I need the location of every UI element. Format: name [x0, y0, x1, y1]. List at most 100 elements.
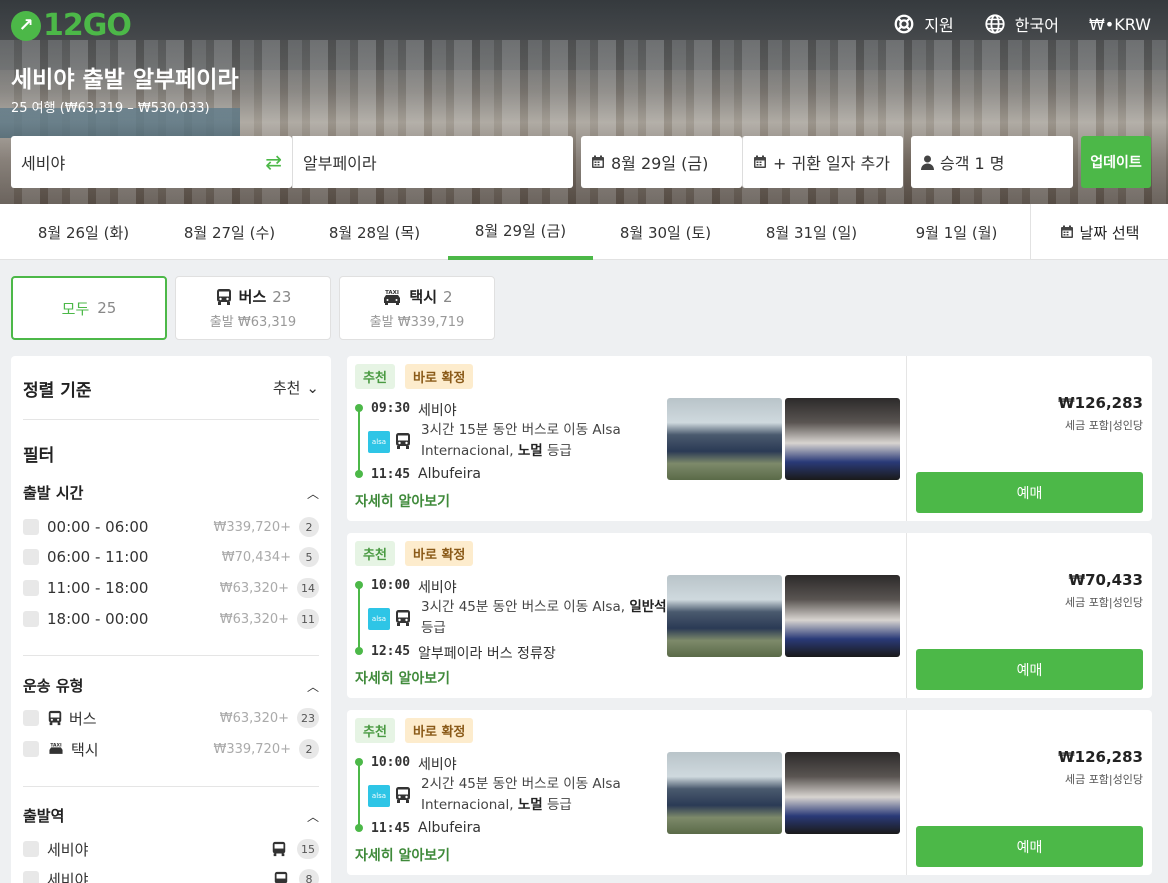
departure-station-heading: 출발역: [23, 807, 65, 825]
nav-currency-label: ₩•KRW: [1088, 14, 1151, 34]
mode-all-count: 25: [97, 299, 117, 317]
date-tab[interactable]: 8월 31일 (일): [739, 204, 884, 260]
checkbox[interactable]: [23, 611, 39, 627]
recommended-tag: 추천: [355, 718, 395, 743]
nav-language[interactable]: 한국어: [984, 12, 1059, 36]
checkbox[interactable]: [23, 549, 39, 565]
result-card[interactable]: 추천 바로 확정 09:30 세비야 alsa 3시간 15분 동안 버스로 이…: [347, 356, 1152, 521]
date-tab[interactable]: 8월 30일 (토): [593, 204, 738, 260]
price: ₩126,283: [1058, 394, 1143, 412]
date-field[interactable]: 8월 29일 (금): [581, 136, 742, 188]
calendar-icon: [1060, 225, 1073, 238]
price-note: 세금 포함|성인당: [1064, 419, 1143, 432]
arrival-time: 11:45: [371, 467, 411, 482]
bus-icon: [396, 610, 410, 626]
instant-confirm-tag: 바로 확정: [405, 718, 474, 743]
recommended-tag: 추천: [355, 541, 395, 566]
price-note: 세금 포함|성인당: [1064, 773, 1143, 786]
chevron-up-icon[interactable]: ︿: [307, 808, 319, 825]
result-card[interactable]: 추천 바로 확정 10:00 세비야 alsa 3시간 45분 동안 버스로 이…: [347, 533, 1152, 698]
update-button[interactable]: 업데이트: [1081, 136, 1151, 188]
departure-place: 세비야: [418, 757, 457, 773]
bus-icon: [272, 841, 286, 857]
date-tab[interactable]: 8월 27일 (수): [157, 204, 302, 260]
from-field[interactable]: 세비야 ⇄: [11, 136, 292, 188]
sort-dropdown[interactable]: 추천 ⌄: [273, 377, 319, 398]
taxi-icon: TAXI: [384, 290, 401, 305]
departure-time: 09:30: [371, 401, 411, 416]
page-title: 세비야 출발 알부페이라: [11, 67, 239, 93]
nav-currency[interactable]: ₩•KRW: [1089, 15, 1151, 34]
filter-row[interactable]: 18:00 - 00:00 ₩63,320+ 11: [23, 607, 319, 631]
departure-time: 10:00: [371, 755, 411, 770]
departure-time-heading: 출발 시간: [23, 484, 84, 502]
filter-row[interactable]: 세비야 15: [23, 837, 319, 861]
bus-interior-photo[interactable]: [785, 752, 900, 834]
logo[interactable]: ↗ 12GO: [11, 8, 132, 43]
price: ₩70,433: [1068, 571, 1143, 589]
mode-tab-taxi[interactable]: TAXI 택시 2 출발 ₩339,719: [339, 276, 495, 340]
arrival-place: 알부페이라 버스 정류장: [418, 646, 556, 662]
date-tab[interactable]: 8월 28일 (목): [302, 204, 447, 260]
result-card[interactable]: 추천 바로 확정 10:00 세비야 alsa 2시간 45분 동안 버스로 이…: [347, 710, 1152, 875]
learn-more-link[interactable]: 자세히 알아보기: [355, 668, 450, 688]
bus-exterior-photo[interactable]: [667, 398, 782, 480]
chevron-up-icon[interactable]: ︿: [307, 678, 319, 695]
chevron-up-icon[interactable]: ︿: [307, 485, 319, 502]
passengers-field[interactable]: 승객 1 명: [911, 136, 1073, 188]
from-value: 세비야: [21, 154, 66, 173]
mode-tab-all[interactable]: 모두 25: [11, 276, 167, 340]
filter-row[interactable]: 세비야 8: [23, 867, 319, 883]
filter-row[interactable]: TAXI 택시 ₩339,720+ 2: [23, 737, 319, 761]
instant-confirm-tag: 바로 확정: [405, 541, 474, 566]
nav-support[interactable]: 지원: [893, 12, 954, 36]
bus-icon: [274, 871, 288, 883]
filter-row[interactable]: 11:00 - 18:00 ₩63,320+ 14: [23, 576, 319, 600]
transport-type-heading: 운송 유형: [23, 677, 84, 695]
count-badge: 5: [299, 547, 319, 567]
count-badge: 2: [299, 517, 319, 537]
filter-row[interactable]: 00:00 - 06:00 ₩339,720+ 2: [23, 515, 319, 539]
bus-interior-photo[interactable]: [785, 575, 900, 657]
book-button[interactable]: 예매: [916, 472, 1143, 513]
globe-icon: [985, 14, 1005, 34]
learn-more-link[interactable]: 자세히 알아보기: [355, 845, 450, 865]
operator-logo: alsa: [368, 608, 390, 630]
filter-row[interactable]: 06:00 - 11:00 ₩70,434+ 5: [23, 545, 319, 569]
mode-taxi-label: 택시: [409, 288, 438, 306]
logo-text: 12GO: [43, 8, 132, 43]
bus-icon: [216, 288, 231, 305]
person-icon: [921, 155, 934, 170]
learn-more-link[interactable]: 자세히 알아보기: [355, 491, 450, 511]
mode-bus-from-price: 출발 ₩63,319: [209, 315, 297, 330]
date-tab[interactable]: 8월 26일 (화): [11, 204, 156, 260]
bus-exterior-photo[interactable]: [667, 752, 782, 834]
price: ₩126,283: [1058, 748, 1143, 766]
sort-label: 정렬 기준: [23, 381, 92, 401]
bus-exterior-photo[interactable]: [667, 575, 782, 657]
checkbox[interactable]: [23, 519, 39, 535]
filter-sidebar: 정렬 기준 추천 ⌄ 필터 출발 시간 ︿ 00:00 - 06:00 ₩339…: [11, 356, 331, 883]
checkbox[interactable]: [23, 841, 39, 857]
checkbox[interactable]: [23, 871, 39, 883]
passengers-value: 승객 1 명: [940, 154, 1005, 173]
return-date-label: + 귀환 일자 추가: [773, 154, 890, 173]
to-field[interactable]: 알부페이라: [292, 136, 573, 188]
pick-date-button[interactable]: 날짜 선택: [1030, 204, 1168, 260]
filter-row[interactable]: 버스 ₩63,320+ 23: [23, 706, 319, 730]
return-date-field[interactable]: + 귀환 일자 추가: [742, 136, 903, 188]
book-button[interactable]: 예매: [916, 649, 1143, 690]
checkbox[interactable]: [23, 580, 39, 596]
book-button[interactable]: 예매: [916, 826, 1143, 867]
bus-interior-photo[interactable]: [785, 398, 900, 480]
filters-heading: 필터: [23, 446, 55, 466]
checkbox[interactable]: [23, 710, 39, 726]
taxi-icon: TAXI: [49, 743, 63, 754]
swap-icon[interactable]: ⇄: [265, 150, 282, 174]
date-tab-active[interactable]: 8월 29일 (금): [448, 204, 593, 260]
checkbox[interactable]: [23, 741, 39, 757]
chevron-down-icon: ⌄: [306, 378, 319, 397]
calendar-icon: [754, 155, 766, 168]
date-tab[interactable]: 9월 1일 (월): [884, 204, 1029, 260]
mode-tab-bus[interactable]: 버스 23 출발 ₩63,319: [175, 276, 331, 340]
